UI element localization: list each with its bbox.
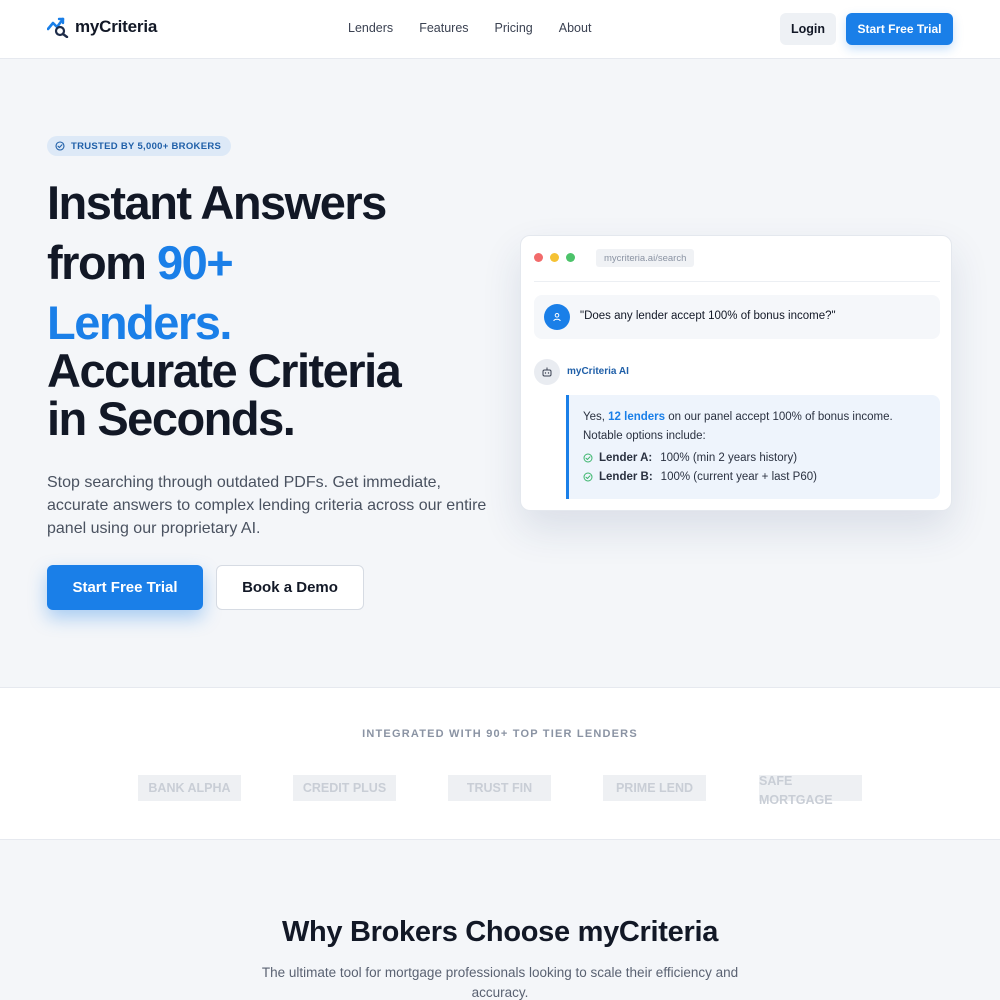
ai-name-label: myCriteria AI xyxy=(567,366,629,377)
nav-link-features[interactable]: Features xyxy=(419,21,468,35)
headline-line-1: Instant Answers xyxy=(47,176,387,229)
ai-answer-text: Yes, 12 lenders on our panel accept 100%… xyxy=(583,408,928,446)
lender-logo: PRIME LEND xyxy=(603,775,706,801)
chart-search-icon xyxy=(47,17,69,38)
answer-lender-name: Lender A: xyxy=(599,452,653,464)
url-bar: mycriteria.ai/search xyxy=(596,249,695,267)
hero-section: TRUSTED BY 5,000+ BROKERS Instant Answer… xyxy=(0,59,1000,688)
why-subtitle: The ultimate tool for mortgage professio… xyxy=(261,965,739,1000)
robot-icon xyxy=(542,367,552,377)
why-section: Why Brokers Choose myCriteria The ultima… xyxy=(0,841,1000,1000)
window-dot-yellow xyxy=(550,253,559,262)
user-avatar xyxy=(544,304,570,330)
answer-list-item: Lender A: 100% (min 2 years history) xyxy=(583,452,797,464)
login-button[interactable]: Login xyxy=(780,13,836,45)
nav-link-about[interactable]: About xyxy=(559,21,592,35)
headline-line-2-prefix: from xyxy=(47,236,157,289)
headline-accent-number: 90+ xyxy=(157,236,234,289)
answer-lender-name: Lender B: xyxy=(599,471,653,483)
lender-logo: BANK ALPHA xyxy=(138,775,241,801)
answer-lender-detail: 100% (current year + last P60) xyxy=(660,471,817,483)
lender-logo: CREDIT PLUS xyxy=(293,775,396,801)
ai-avatar xyxy=(534,359,560,385)
user-question-text: "Does any lender accept 100% of bonus in… xyxy=(580,310,836,322)
nav-link-lenders[interactable]: Lenders xyxy=(348,21,393,35)
brand-name: myCriteria xyxy=(75,17,158,36)
nav-links: Lenders Features Pricing About xyxy=(348,21,591,35)
hero-subtext: Stop searching through outdated PDFs. Ge… xyxy=(47,474,487,537)
check-circle-icon xyxy=(583,472,593,482)
lenders-strip-title: INTEGRATED WITH 90+ TOP TIER LENDERS xyxy=(362,728,638,740)
hero-start-trial-button[interactable]: Start Free Trial xyxy=(47,565,203,610)
trust-badge: TRUSTED BY 5,000+ BROKERS xyxy=(47,136,232,156)
lenders-strip: INTEGRATED WITH 90+ TOP TIER LENDERS BAN… xyxy=(0,688,1000,840)
user-icon xyxy=(553,313,561,322)
why-title: Why Brokers Choose myCriteria xyxy=(281,916,719,948)
ai-answer-bubble: Yes, 12 lenders on our panel accept 100%… xyxy=(566,395,940,499)
nav-start-trial-button[interactable]: Start Free Trial xyxy=(846,13,953,45)
window-dot-red xyxy=(534,253,543,262)
brand-logo[interactable]: myCriteria xyxy=(47,16,157,38)
window-controls xyxy=(534,253,575,262)
verified-check-icon xyxy=(55,141,65,151)
top-navigation: myCriteria Lenders Features Pricing Abou… xyxy=(0,0,1000,59)
answer-list-item: Lender B: 100% (current year + last P60) xyxy=(583,471,817,483)
window-dot-green xyxy=(566,253,575,262)
lender-logo-text: SAFE MORTGAGE xyxy=(759,774,833,807)
answer-pre: Yes, xyxy=(583,411,609,423)
lender-logo: SAFE MORTGAGE xyxy=(759,772,869,807)
chat-preview-card: mycriteria.ai/search "Does any lender ac… xyxy=(520,235,952,511)
trust-badge-text: TRUSTED BY 5,000+ BROKERS xyxy=(71,140,222,152)
headline-accent-lenders: Lenders. xyxy=(47,296,232,349)
lender-logo: TRUST FIN xyxy=(448,775,551,801)
nav-link-pricing[interactable]: Pricing xyxy=(495,21,533,35)
headline-line-2: from 90+ xyxy=(47,236,234,289)
answer-lender-detail: 100% (min 2 years history) xyxy=(660,452,798,464)
card-divider xyxy=(534,281,940,282)
check-circle-icon xyxy=(583,453,593,463)
headline-line-5: in Seconds. xyxy=(47,392,296,445)
answer-highlight: 12 lenders xyxy=(608,411,666,423)
user-question-bubble: "Does any lender accept 100% of bonus in… xyxy=(534,295,940,339)
book-demo-button[interactable]: Book a Demo xyxy=(216,565,364,610)
headline-line-4: Accurate Criteria xyxy=(47,344,402,397)
